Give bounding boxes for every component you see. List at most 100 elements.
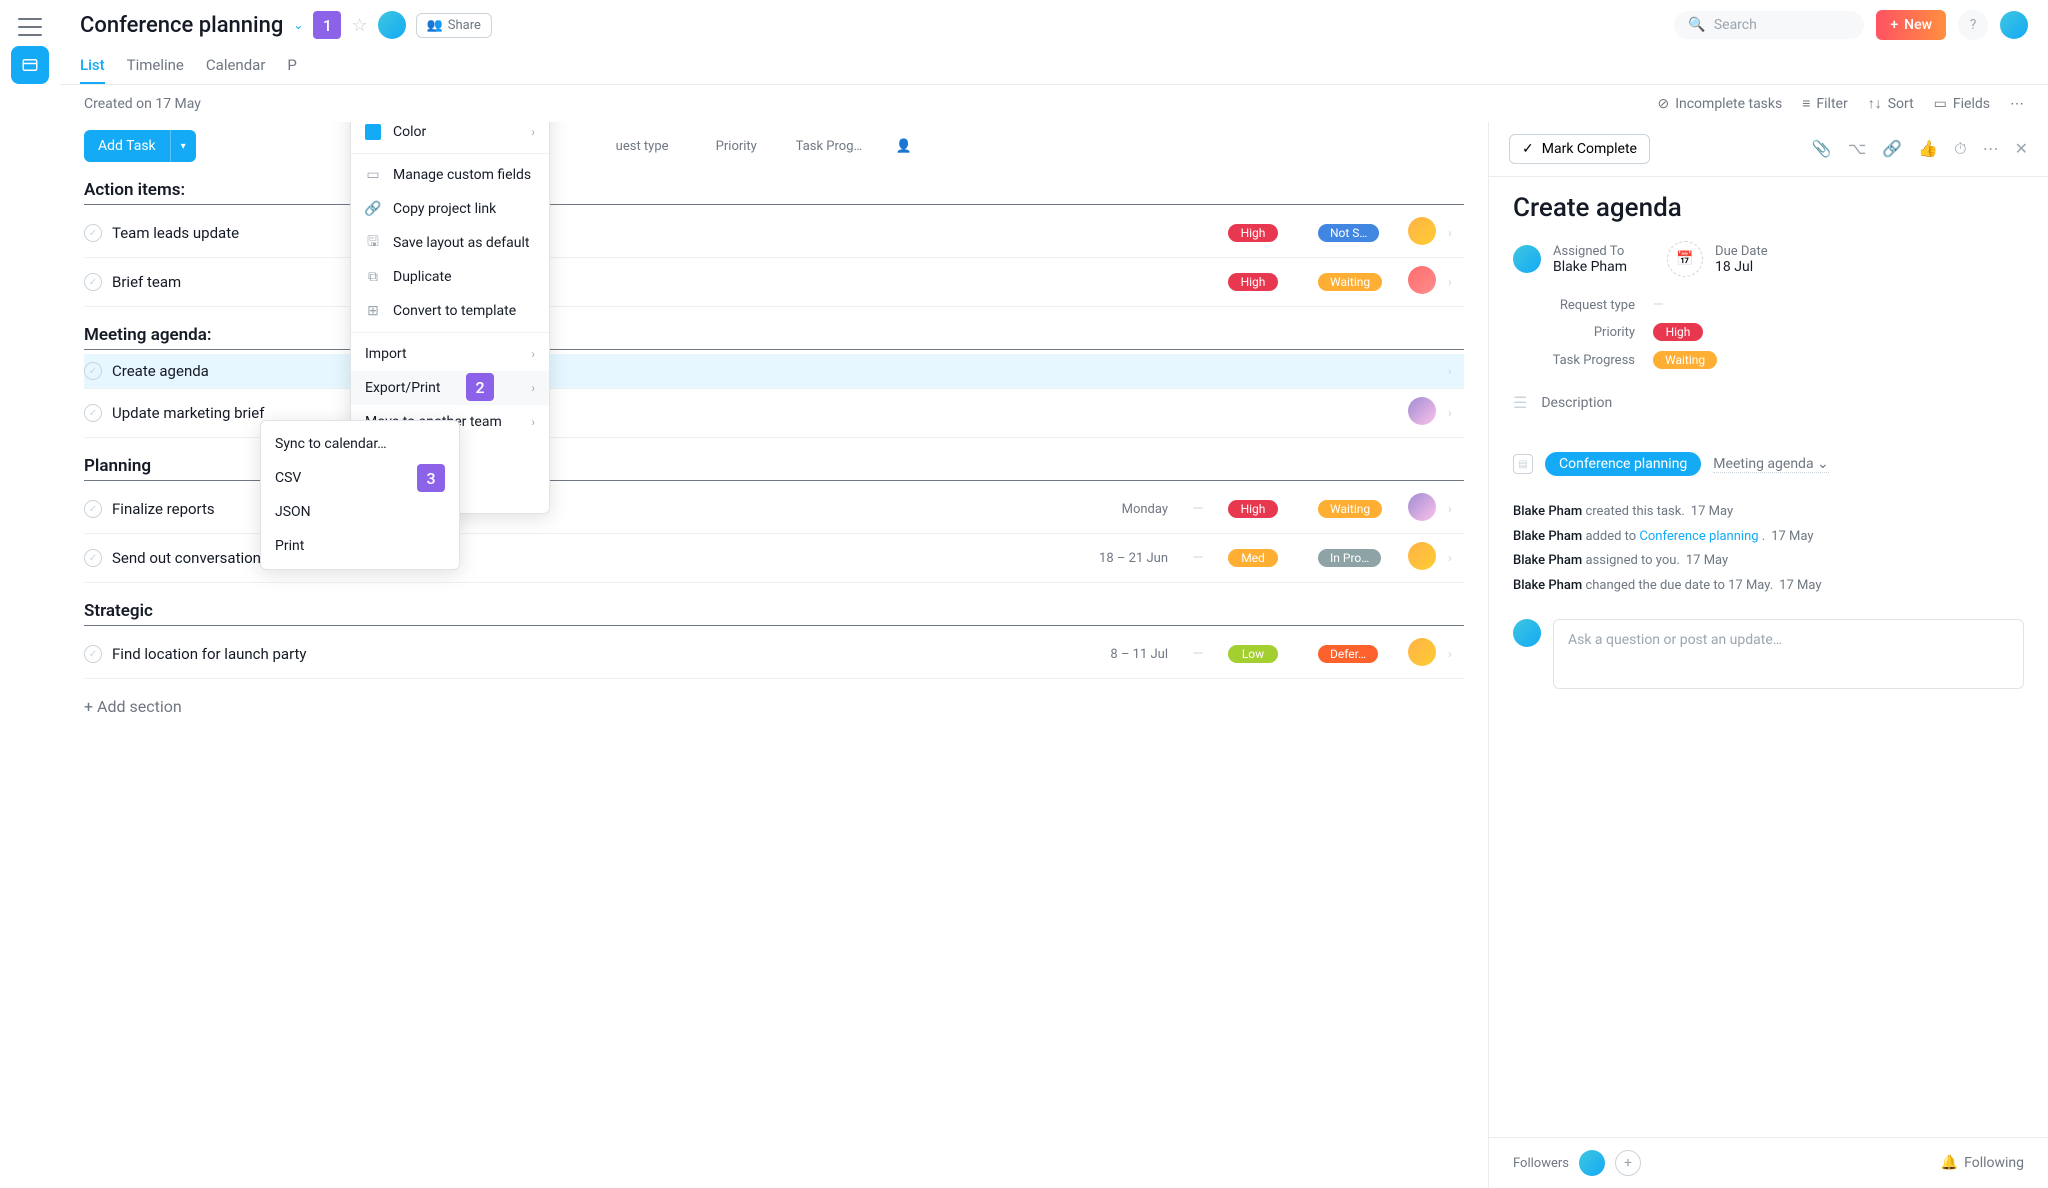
like-icon[interactable]: 👍 <box>1918 139 1938 159</box>
follower-avatar[interactable] <box>1579 1150 1605 1176</box>
add-task-dropdown[interactable]: ▾ <box>170 130 196 162</box>
link-icon: 🔗 <box>365 201 381 217</box>
request-type-field[interactable]: Request type — <box>1513 297 2024 313</box>
progress-pill: In Pro… <box>1318 549 1381 567</box>
menu-custom-fields[interactable]: ▭Manage custom fields <box>351 158 549 192</box>
export-submenu: Sync to calendar… CSV 3 JSON Print <box>260 420 460 570</box>
plus-icon: + <box>1890 17 1898 33</box>
incomplete-tasks-filter[interactable]: ⊘Incomplete tasks <box>1657 96 1782 112</box>
menu-copy-link[interactable]: 🔗Copy project link <box>351 192 549 226</box>
link-icon[interactable]: 🔗 <box>1882 139 1902 159</box>
new-button[interactable]: + New <box>1876 10 1946 40</box>
help-button[interactable]: ? <box>1958 10 1988 40</box>
project-pill[interactable]: Conference planning <box>1545 452 1701 476</box>
priority-field[interactable]: Priority High <box>1513 323 2024 341</box>
description-field[interactable]: ☰ Description <box>1513 393 2024 422</box>
user-avatar[interactable] <box>2000 11 2028 39</box>
menu-duplicate[interactable]: ⧉Duplicate <box>351 260 549 294</box>
bell-icon: 🔔 <box>1941 1155 1958 1171</box>
task-check-circle[interactable]: ✓ <box>84 273 102 291</box>
tabs: List Timeline Calendar P <box>80 48 2028 84</box>
attachment-icon[interactable]: 📎 <box>1812 139 1832 159</box>
progress-pill: Waiting <box>1318 500 1382 518</box>
tab-calendar[interactable]: Calendar <box>206 48 266 84</box>
task-detail-panel: ✓ Mark Complete 📎 ⌥ 🔗 👍 ⏱ ⋯ ✕ Create age <box>1488 122 2048 1188</box>
following-toggle[interactable]: 🔔 Following <box>1941 1155 2024 1171</box>
toolbar: Created on 17 May ⊘Incomplete tasks ≡Fil… <box>60 85 2048 122</box>
search-input[interactable]: 🔍 Search <box>1674 11 1864 39</box>
task-assignee-avatar[interactable] <box>1408 266 1436 294</box>
section-header[interactable]: Action items: <box>84 180 1464 205</box>
clipboard-icon: ▤ <box>1513 454 1533 474</box>
share-label: Share <box>448 18 481 33</box>
created-on-text: Created on 17 May <box>84 96 201 112</box>
task-row[interactable]: ✓ Brief team High Waiting › <box>84 258 1464 307</box>
more-icon[interactable]: ⋯ <box>2010 96 2024 112</box>
project-dropdown-caret[interactable]: ⌄ <box>293 18 303 32</box>
project-section-dropdown[interactable]: Meeting agenda ⌄ <box>1713 456 1828 473</box>
menu-save-layout[interactable]: 🖫Save layout as default <box>351 226 549 260</box>
close-icon[interactable]: ✕ <box>2015 139 2028 159</box>
hamburger-menu[interactable] <box>18 18 42 36</box>
task-row[interactable]: ✓ Find location for launch party 8 – 11 … <box>84 630 1464 679</box>
callout-badge-2: 2 <box>466 373 494 401</box>
chevron-right-icon: › <box>1448 226 1464 240</box>
col-priority: Priority <box>716 139 776 154</box>
timer-icon[interactable]: ⏱ <box>1954 139 1966 159</box>
add-task-button[interactable]: Add Task <box>84 130 170 162</box>
task-check-circle[interactable]: ✓ <box>84 500 102 518</box>
task-check-circle[interactable]: ✓ <box>84 404 102 422</box>
current-user-avatar <box>1513 619 1541 647</box>
star-icon[interactable]: ☆ <box>351 15 367 36</box>
assigned-to-field[interactable]: Assigned To Blake Pham <box>1513 241 1627 277</box>
filter-button[interactable]: ≡Filter <box>1802 95 1847 112</box>
chevron-right-icon: › <box>1448 647 1464 661</box>
task-assignee-avatar[interactable] <box>1408 217 1436 245</box>
menu-color[interactable]: Color› <box>351 122 549 149</box>
text-icon: ☰ <box>1513 393 1527 412</box>
tab-timeline[interactable]: Timeline <box>127 48 184 84</box>
task-check-circle[interactable]: ✓ <box>84 224 102 242</box>
submenu-csv[interactable]: CSV 3 <box>261 461 459 495</box>
task-assignee-avatar[interactable] <box>1408 638 1436 666</box>
tab-list[interactable]: List <box>80 48 105 84</box>
sort-button[interactable]: ↑↓Sort <box>1868 95 1914 112</box>
submenu-json[interactable]: JSON <box>261 495 459 529</box>
task-check-circle[interactable]: ✓ <box>84 362 102 380</box>
fields-button[interactable]: ▭Fields <box>1934 96 1990 112</box>
submenu-sync-calendar[interactable]: Sync to calendar… <box>261 427 459 461</box>
fields-icon: ▭ <box>365 167 381 183</box>
tab-more[interactable]: P <box>287 48 296 84</box>
followers-label: Followers <box>1513 1156 1569 1171</box>
add-follower-button[interactable]: + <box>1615 1150 1641 1176</box>
comment-input[interactable]: Ask a question or post an update… <box>1553 619 2024 689</box>
share-button[interactable]: 👥 Share <box>416 13 492 38</box>
request-type-cell: — <box>1178 646 1218 662</box>
more-icon[interactable]: ⋯ <box>1983 139 1999 159</box>
due-date-field[interactable]: 📅 Due Date 18 Jul <box>1667 241 1768 277</box>
subtask-icon[interactable]: ⌥ <box>1848 139 1866 159</box>
menu-import[interactable]: Import› <box>351 337 549 371</box>
task-name: Update marketing brief <box>112 404 1078 422</box>
menu-convert-template[interactable]: ⊞Convert to template <box>351 294 549 328</box>
submenu-print[interactable]: Print <box>261 529 459 563</box>
task-detail-title[interactable]: Create agenda <box>1513 193 2024 223</box>
add-section-button[interactable]: + Add section <box>84 697 1464 716</box>
task-assignee-avatar[interactable] <box>1408 397 1436 425</box>
section-header[interactable]: Meeting agenda: <box>84 325 1464 350</box>
chevron-right-icon: › <box>531 125 535 139</box>
task-assignee-avatar[interactable] <box>1408 493 1436 521</box>
menu-export-print[interactable]: Export/Print 2 › <box>351 371 549 405</box>
mark-complete-button[interactable]: ✓ Mark Complete <box>1509 134 1650 164</box>
task-assignee-avatar[interactable] <box>1408 542 1436 570</box>
task-row[interactable]: ✓ Team leads update High Not S… › <box>84 209 1464 258</box>
calendar-icon: 📅 <box>1667 241 1703 277</box>
task-check-circle[interactable]: ✓ <box>84 645 102 663</box>
section-header[interactable]: Strategic <box>84 601 1464 626</box>
task-date: Monday <box>1088 502 1168 517</box>
task-row[interactable]: ✓ Create agenda › <box>84 354 1464 389</box>
project-icon[interactable] <box>11 46 49 84</box>
progress-field[interactable]: Task Progress Waiting <box>1513 351 2024 369</box>
task-check-circle[interactable]: ✓ <box>84 549 102 567</box>
owner-avatar[interactable] <box>378 11 406 39</box>
